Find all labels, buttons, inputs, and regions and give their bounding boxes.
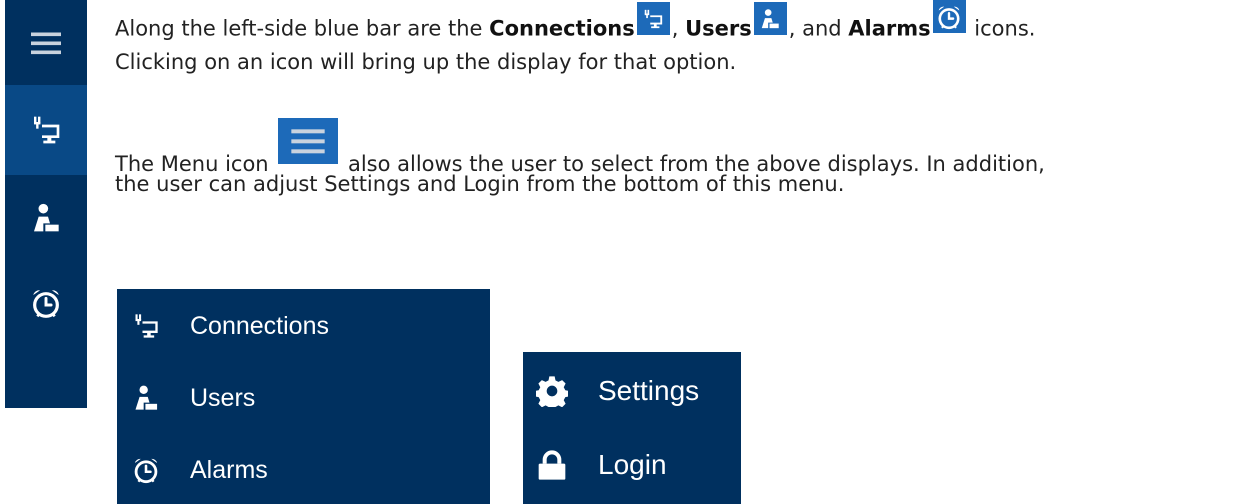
menu-item-settings[interactable]: Settings: [523, 356, 699, 426]
menu-item-alarms[interactable]: Alarms: [117, 439, 268, 501]
menu-item-connections[interactable]: Connections: [117, 295, 329, 357]
alarm-clock-icon: [132, 456, 160, 484]
connections-icon: [642, 8, 664, 30]
users-keyword: Users: [685, 16, 752, 41]
menu-line-2: the user can adjust Settings and Login f…: [115, 172, 845, 196]
menu-item-users[interactable]: Users: [117, 367, 255, 429]
connections-icon: [30, 114, 62, 146]
settings-login-panel: Settings Login: [523, 352, 741, 504]
users-icon: [30, 202, 62, 234]
alarms-keyword: Alarms: [848, 16, 931, 41]
connections-icon: [132, 312, 160, 340]
inline-connections-icon-badge: [636, 2, 670, 35]
rail-menu-button[interactable]: [5, 0, 87, 85]
inline-menu-icon-badge: [278, 118, 339, 164]
intro-line-2: Clicking on an icon will bring up the di…: [115, 50, 737, 74]
gear-icon: [536, 375, 568, 407]
rail-connections-button[interactable]: [5, 85, 87, 175]
intro-paragraph: Along the left-side blue bar are the Con…: [115, 0, 1253, 80]
menu-line-1: The Menu icon also allows the user to se…: [115, 118, 1253, 176]
alarm-clock-icon: [30, 287, 62, 319]
intro-line-1: Along the left-side blue bar are the Con…: [115, 0, 1253, 45]
users-icon: [132, 384, 160, 412]
menu-icon: [28, 25, 64, 61]
rail-users-button[interactable]: [5, 175, 87, 260]
inline-alarms-icon-badge: [932, 0, 966, 33]
lock-icon: [536, 449, 568, 481]
menu-paragraph: The Menu icon also allows the user to se…: [115, 118, 1253, 202]
connections-keyword: Connections: [489, 16, 635, 41]
left-nav-rail: [5, 0, 87, 408]
menu-item-login[interactable]: Login: [523, 430, 667, 500]
inline-users-icon-badge: [753, 2, 787, 35]
rail-alarms-button[interactable]: [5, 260, 87, 345]
menu-panel: Connections Users Alarms: [117, 289, 490, 504]
menu-icon: [288, 121, 328, 161]
users-icon: [759, 8, 781, 30]
alarm-clock-icon: [936, 4, 962, 30]
